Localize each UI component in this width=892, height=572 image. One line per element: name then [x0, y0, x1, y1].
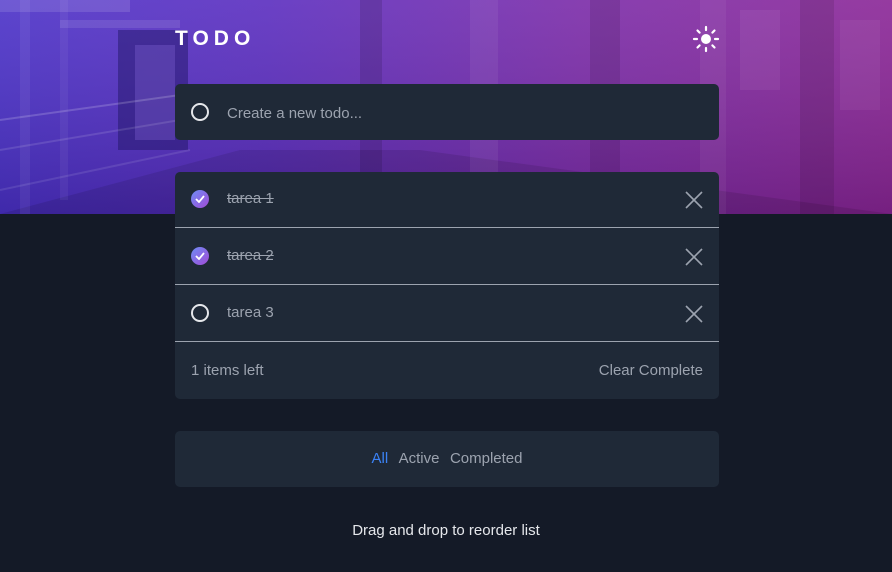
- todo-item[interactable]: tarea 3: [175, 286, 719, 342]
- app-title: TODO: [175, 27, 256, 50]
- filter-bar: All Active Completed: [175, 431, 719, 487]
- new-todo-card: [175, 84, 719, 140]
- drag-hint: Drag and drop to reorder list: [352, 522, 540, 539]
- close-icon[interactable]: [684, 247, 704, 267]
- todo-checkbox[interactable]: [191, 304, 209, 322]
- todo-checkbox[interactable]: [191, 247, 209, 265]
- list-footer: 1 items left Clear Complete: [175, 343, 719, 399]
- todo-item[interactable]: tarea 1: [175, 172, 719, 228]
- close-icon[interactable]: [684, 304, 704, 324]
- todo-list: tarea 1 tarea 2 tarea 3 1 items left Cle…: [175, 172, 719, 399]
- todo-text: tarea 1: [227, 190, 274, 207]
- todo-checkbox[interactable]: [191, 190, 209, 208]
- todo-text: tarea 2: [227, 247, 274, 264]
- close-icon[interactable]: [684, 190, 704, 210]
- filter-active[interactable]: Active: [399, 450, 440, 467]
- new-todo-circle-icon: [191, 103, 209, 121]
- items-left-count: 1 items left: [191, 362, 264, 379]
- clear-completed-button[interactable]: Clear Complete: [599, 362, 703, 379]
- filter-all[interactable]: All: [372, 450, 389, 467]
- new-todo-input[interactable]: [225, 98, 699, 128]
- theme-toggle-button[interactable]: [692, 25, 720, 53]
- sun-icon: [692, 25, 720, 53]
- check-icon: [195, 195, 205, 203]
- todo-item[interactable]: tarea 2: [175, 229, 719, 285]
- todo-text: tarea 3: [227, 304, 274, 321]
- filter-completed[interactable]: Completed: [450, 450, 523, 467]
- check-icon: [195, 252, 205, 260]
